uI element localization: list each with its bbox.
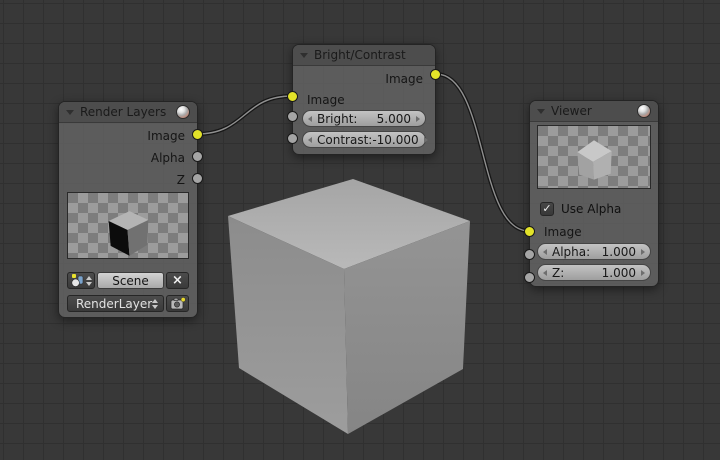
socket-input-image[interactable] xyxy=(287,91,298,102)
collapse-triangle-icon[interactable] xyxy=(300,52,308,58)
material-sphere-icon[interactable] xyxy=(176,105,190,119)
bright-value: 5.000 xyxy=(376,111,411,126)
socket-input-alpha[interactable] xyxy=(524,249,535,260)
socket-output-alpha[interactable] xyxy=(192,151,203,162)
z-value: 1.000 xyxy=(601,265,636,280)
node-title: Render Layers xyxy=(80,105,167,119)
preview-cube xyxy=(577,140,612,180)
output-label-image: Image xyxy=(147,129,185,143)
stepper-arrows-icon xyxy=(152,298,159,309)
output-row-image: Image xyxy=(59,125,197,147)
node-header-render-layers[interactable]: Render Layers xyxy=(59,102,197,123)
socket-input-image[interactable] xyxy=(524,226,535,237)
scene-browse-button[interactable] xyxy=(67,272,95,289)
viewer-preview-image xyxy=(537,125,651,189)
slider-arrow-left-icon[interactable] xyxy=(308,136,312,143)
scene-icon xyxy=(70,274,83,287)
z-slider[interactable]: Z: 1.000 xyxy=(537,264,651,281)
node-render-layers[interactable]: Render Layers Image Alpha Z Scene × Rend… xyxy=(58,101,203,318)
new-render-layer-button[interactable] xyxy=(166,295,189,312)
node-title: Viewer xyxy=(551,104,592,118)
collapse-triangle-icon[interactable] xyxy=(537,108,545,114)
input-label-image: Image xyxy=(544,225,582,239)
node-header-viewer[interactable]: Viewer xyxy=(530,101,658,122)
use-alpha-checkbox[interactable]: ✓ xyxy=(540,201,554,216)
stepper-arrows-icon xyxy=(85,275,92,286)
slider-arrow-right-icon[interactable] xyxy=(641,269,645,276)
input-label-image: Image xyxy=(307,93,345,107)
slider-arrow-right-icon[interactable] xyxy=(641,248,645,255)
output-row-image: Image xyxy=(293,68,435,90)
alpha-value: 1.000 xyxy=(601,244,636,259)
socket-input-bright[interactable] xyxy=(287,111,298,122)
collapse-triangle-icon[interactable] xyxy=(66,109,74,115)
node-header-bright-contrast[interactable]: Bright/Contrast xyxy=(293,45,435,66)
contrast-slider[interactable]: Contrast: -10.000 xyxy=(302,131,428,148)
node-title: Bright/Contrast xyxy=(314,48,406,62)
socket-output-image[interactable] xyxy=(192,129,203,140)
node-viewer[interactable]: Viewer ✓ Use Alpha Image Alpha: 1.000 Z:… xyxy=(524,100,659,287)
output-label-z: Z xyxy=(176,173,185,187)
socket-input-z[interactable] xyxy=(524,272,535,283)
output-row-alpha: Alpha xyxy=(59,147,197,169)
unlink-scene-button[interactable]: × xyxy=(166,272,189,289)
slider-arrow-right-icon[interactable] xyxy=(416,115,420,122)
preview-cube xyxy=(108,211,149,256)
slider-arrow-left-icon[interactable] xyxy=(543,248,547,255)
input-row-image: Image xyxy=(530,221,658,243)
contrast-value: -10.000 xyxy=(372,132,419,147)
slider-arrow-left-icon[interactable] xyxy=(543,269,547,276)
use-alpha-label: Use Alpha xyxy=(561,201,622,216)
render-layer-dropdown[interactable]: RenderLayer xyxy=(67,295,165,312)
use-alpha-row: ✓ Use Alpha xyxy=(540,201,648,216)
output-row-z: Z xyxy=(59,169,197,191)
bright-slider[interactable]: Bright: 5.000 xyxy=(302,110,426,127)
render-layers-preview-image xyxy=(67,192,189,259)
scene-selector-row: Scene × xyxy=(67,272,189,289)
output-label-image: Image xyxy=(385,72,423,86)
socket-output-image[interactable] xyxy=(430,69,441,80)
node-bright-contrast[interactable]: Bright/Contrast Image Image Bright: 5.00… xyxy=(287,44,441,155)
scene-name-field[interactable]: Scene xyxy=(97,272,164,289)
output-label-alpha: Alpha xyxy=(150,151,185,165)
render-layer-row: RenderLayer xyxy=(67,295,189,312)
input-row-image: Image xyxy=(293,90,435,110)
socket-input-contrast[interactable] xyxy=(287,133,298,144)
node-editor-canvas[interactable]: Render Layers Image Alpha Z Scene × Rend… xyxy=(0,0,720,460)
slider-arrow-right-icon[interactable] xyxy=(423,136,428,143)
material-sphere-icon[interactable] xyxy=(637,104,651,118)
socket-output-z[interactable] xyxy=(192,173,203,184)
alpha-slider[interactable]: Alpha: 1.000 xyxy=(537,243,651,260)
check-icon: ✓ xyxy=(542,202,552,215)
wire-brightcontrast-to-viewer xyxy=(434,72,531,233)
wire-renderlayers-to-brightcontrast xyxy=(195,94,294,136)
close-icon: × xyxy=(172,273,183,288)
slider-arrow-left-icon[interactable] xyxy=(308,115,312,122)
camera-plus-icon xyxy=(170,297,186,310)
